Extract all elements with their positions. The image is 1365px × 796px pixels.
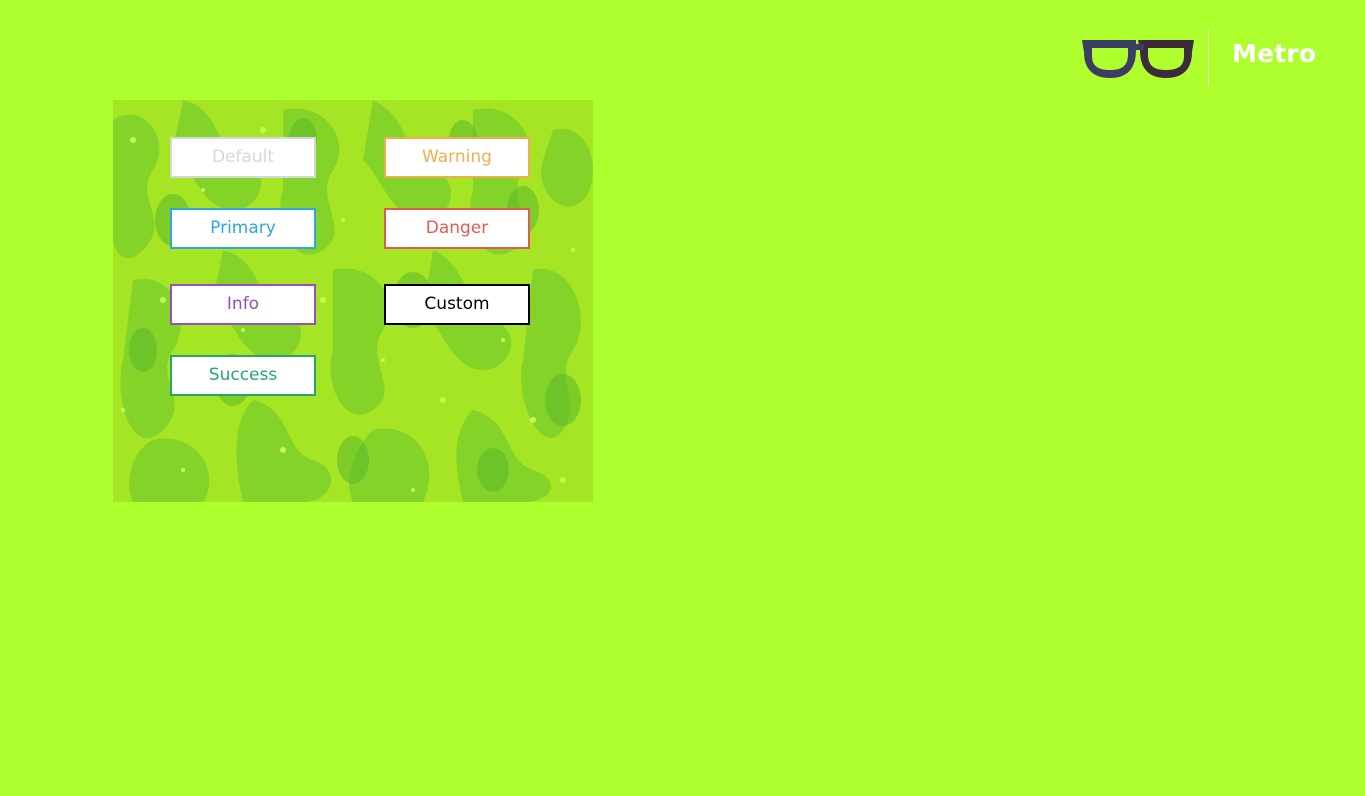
brand-title: Metro bbox=[1232, 39, 1317, 68]
buttons-panel: Default Warning Primary Danger Info Cust… bbox=[113, 100, 593, 502]
primary-button[interactable]: Primary bbox=[170, 208, 316, 249]
header: Metro bbox=[1080, 28, 1320, 86]
warning-button[interactable]: Warning bbox=[384, 137, 530, 178]
custom-button[interactable]: Custom bbox=[384, 284, 530, 325]
danger-button[interactable]: Danger bbox=[384, 208, 530, 249]
header-divider bbox=[1208, 28, 1209, 86]
success-button[interactable]: Success bbox=[170, 355, 316, 396]
info-button[interactable]: Info bbox=[170, 284, 316, 325]
default-button[interactable]: Default bbox=[170, 137, 316, 178]
glasses-icon bbox=[1082, 40, 1194, 78]
